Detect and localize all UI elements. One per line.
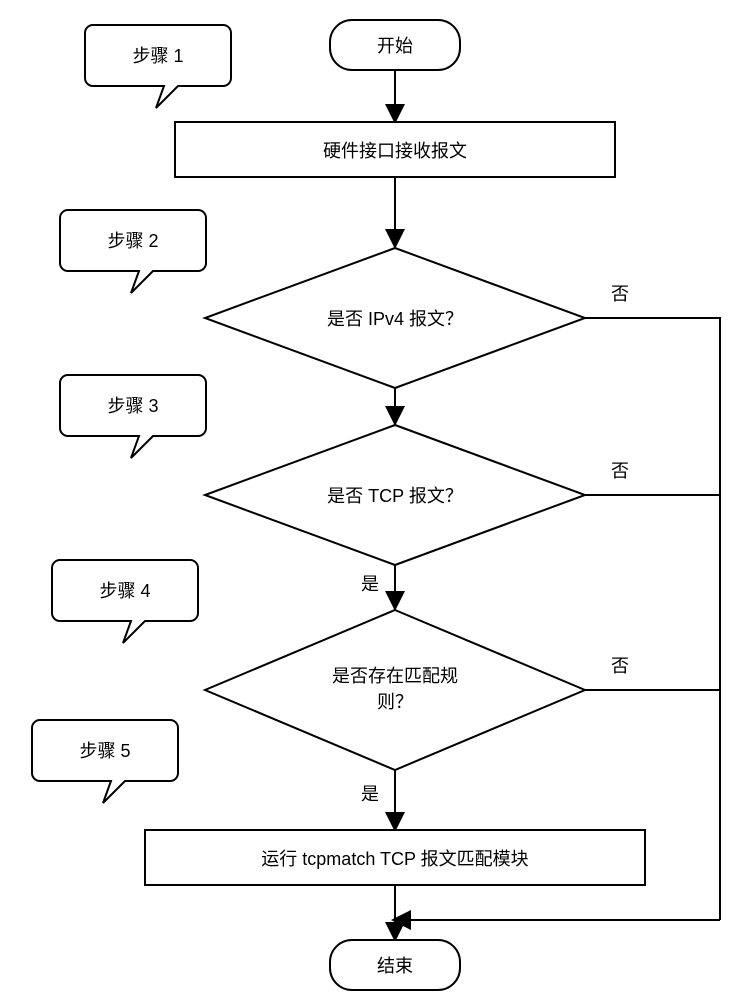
callout-step-4: 步骤 4: [52, 560, 198, 643]
callout-step-1-label: 步骤 1: [132, 46, 183, 66]
callout-step-5-label: 步骤 5: [79, 741, 130, 761]
callout-step-4-label: 步骤 4: [99, 581, 150, 601]
d4-yes-label: 是: [361, 784, 379, 804]
decision-match-rule-l1: 是否存在匹配规: [332, 666, 458, 686]
d4-no-label: 否: [611, 656, 629, 676]
start-label: 开始: [377, 36, 413, 56]
callout-step-2-label: 步骤 2: [107, 231, 158, 251]
end-label: 结束: [377, 956, 413, 976]
process-tcpmatch-label: 运行 tcpmatch TCP 报文匹配模块: [261, 849, 528, 869]
decision-match-rule-l2: 则？: [377, 692, 413, 712]
d3-yes-label: 是: [361, 574, 379, 594]
process-receive-packet-label: 硬件接口接收报文: [323, 141, 467, 161]
callout-step-2: 步骤 2: [60, 210, 206, 293]
decision-is-ipv4-label: 是否 IPv4 报文？: [327, 309, 463, 329]
callout-step-1: 步骤 1: [85, 25, 231, 108]
decision-match-rule: [205, 610, 585, 770]
d3-no-label: 否: [611, 461, 629, 481]
d2-no-label: 否: [611, 284, 629, 304]
callout-step-5: 步骤 5: [32, 720, 178, 803]
decision-is-tcp-label: 是否 TCP 报文？: [327, 486, 463, 506]
callout-step-3-label: 步骤 3: [107, 396, 158, 416]
callout-step-3: 步骤 3: [60, 375, 206, 458]
